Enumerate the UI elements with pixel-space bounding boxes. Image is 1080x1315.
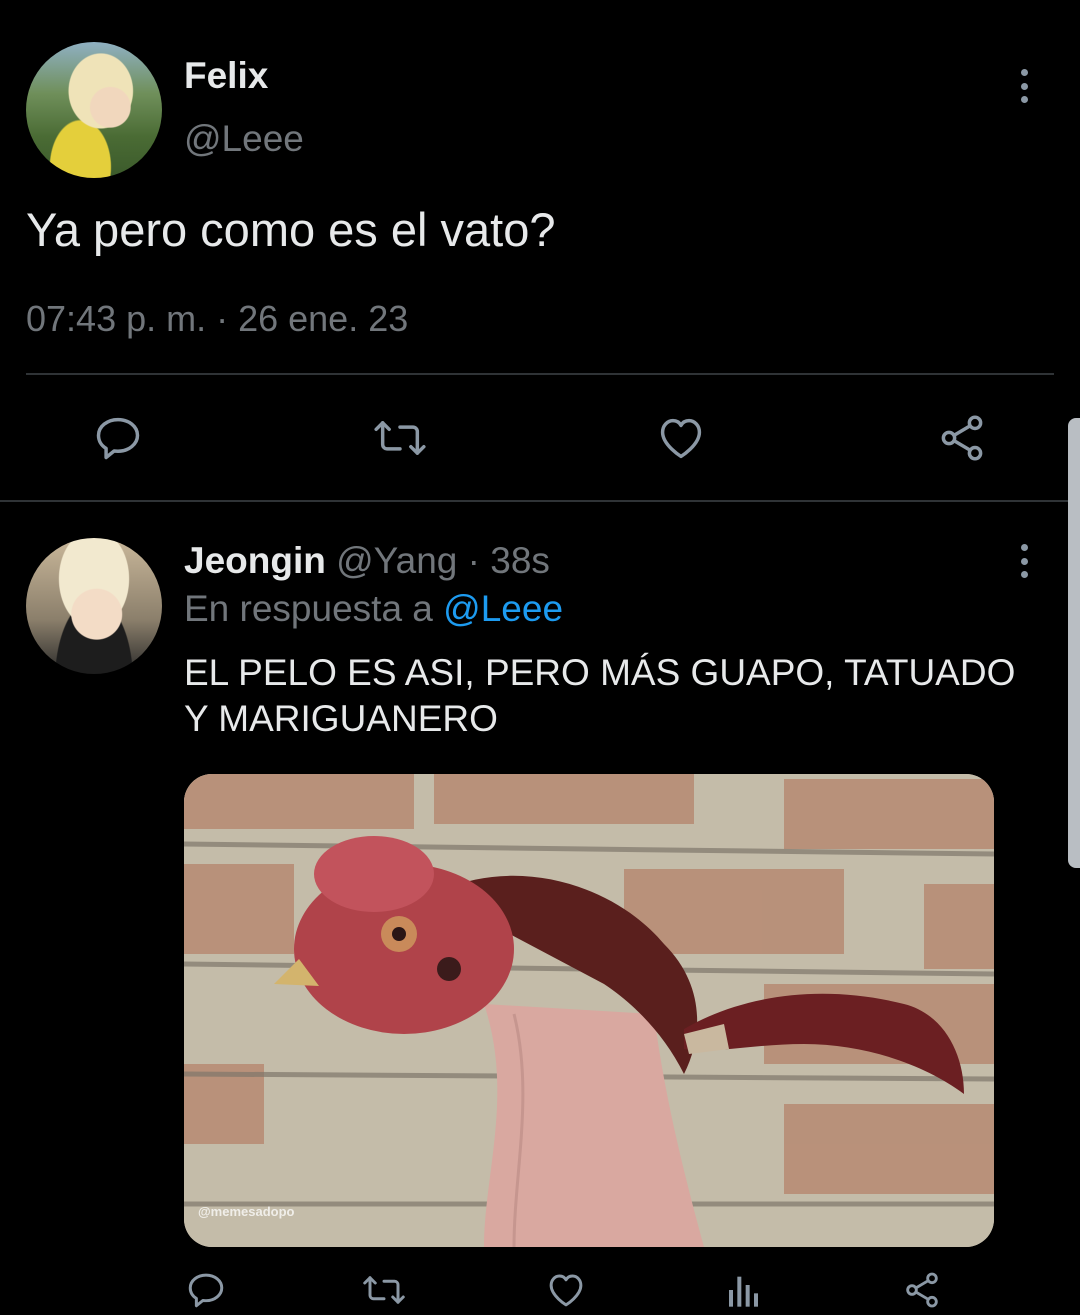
retweet-icon (374, 421, 426, 455)
share-icon (941, 415, 983, 461)
reply-to-label: En respuesta a (184, 588, 433, 629)
share-button[interactable] (900, 1268, 944, 1312)
reply-to-mention[interactable]: @Leee (443, 588, 563, 629)
tweet-thread: Felix @Leee Ya pero como es el vato? 07:… (0, 0, 1080, 1315)
tweet-text: EL PELO ES ASI, PERO MÁS GUAPO, TATUADO … (184, 652, 1016, 739)
author-name[interactable]: Jeongin (184, 540, 326, 581)
main-tweet: Felix @Leee Ya pero como es el vato? 07:… (0, 0, 1080, 500)
tweet-media-image[interactable]: @memesadopo (184, 774, 994, 1247)
reply-header: Jeongin @Yang · 38s (184, 540, 550, 582)
retweet-icon (363, 1276, 405, 1304)
more-options-button[interactable] (1009, 69, 1039, 103)
share-button[interactable] (932, 408, 992, 468)
views-button[interactable] (722, 1268, 766, 1312)
avatar[interactable] (26, 42, 162, 178)
comment-icon (188, 1273, 224, 1308)
like-button[interactable] (651, 408, 711, 468)
dot-icon (1020, 571, 1028, 578)
retweet-button[interactable] (369, 408, 431, 468)
tweet-time[interactable]: 38s (490, 540, 550, 581)
author-handle[interactable]: @Yang (336, 540, 457, 581)
tweet-timestamp[interactable]: 07:43 p. m. · 26 ene. 23 (26, 298, 408, 340)
like-button[interactable] (544, 1268, 588, 1312)
scrollbar[interactable] (1068, 418, 1080, 868)
reply-button[interactable] (184, 1268, 228, 1312)
retweet-button[interactable] (360, 1268, 408, 1312)
reply-button[interactable] (88, 408, 148, 468)
separator: · (467, 540, 480, 581)
avatar[interactable] (26, 538, 162, 674)
comment-icon (96, 417, 140, 460)
author-name[interactable]: Felix (184, 55, 268, 97)
rooster-image (184, 774, 994, 1247)
more-options-button[interactable] (1009, 544, 1039, 578)
heart-icon (660, 418, 702, 459)
tweet-text: Ya pero como es el vato? (26, 203, 556, 256)
dot-icon (1020, 544, 1028, 551)
author-handle[interactable]: @Leee (184, 118, 304, 160)
dot-icon (1020, 96, 1028, 103)
divider (26, 373, 1054, 375)
divider (0, 500, 1080, 502)
dot-icon (1020, 69, 1028, 76)
heart-icon (549, 1274, 583, 1307)
dot-icon (1020, 557, 1028, 565)
analytics-icon (729, 1276, 758, 1307)
share-icon (906, 1272, 938, 1308)
media-watermark: @memesadopo (198, 1204, 295, 1219)
dot-icon (1020, 82, 1028, 90)
reply-to-line: En respuesta a @Leee (184, 588, 563, 630)
